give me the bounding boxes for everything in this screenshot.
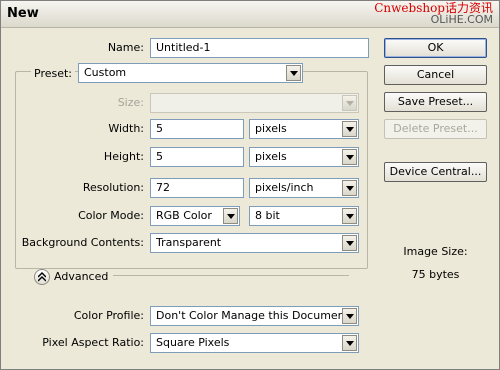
color-profile-select[interactable]: Don't Color Manage this Document — [150, 306, 359, 326]
pixel-aspect-ratio-value: Square Pixels — [156, 336, 230, 349]
width-unit-select[interactable]: pixels — [249, 119, 359, 139]
dialog-title: New — [7, 6, 39, 21]
advanced-label[interactable]: Advanced — [54, 270, 108, 283]
chevron-down-icon — [223, 208, 238, 224]
watermark-line-2: OLiHE.COM — [430, 13, 493, 26]
bit-depth-value: 8 bit — [255, 209, 280, 222]
size-select — [150, 93, 359, 113]
name-label: Name: — [107, 41, 144, 54]
chevron-up-double-icon[interactable] — [34, 269, 50, 285]
chevron-down-icon — [342, 308, 357, 324]
ok-button[interactable]: OK — [384, 38, 487, 58]
height-unit-select[interactable]: pixels — [249, 147, 359, 167]
title-bar: New Cnwebshop话力资讯 OLiHE.COM — [1, 1, 499, 28]
pixel-aspect-ratio-select[interactable]: Square Pixels — [150, 333, 359, 353]
height-field[interactable]: 5 — [150, 147, 244, 167]
chevron-down-icon — [342, 149, 357, 165]
chevron-down-icon — [342, 95, 357, 111]
width-field[interactable]: 5 — [150, 119, 244, 139]
height-unit-value: pixels — [255, 150, 287, 163]
width-label: Width: — [108, 122, 144, 135]
new-document-dialog: New Cnwebshop话力资讯 OLiHE.COM Name: Untitl… — [0, 0, 500, 370]
advanced-divider — [113, 275, 349, 276]
bit-depth-select[interactable]: 8 bit — [249, 206, 359, 226]
color-mode-value: RGB Color — [156, 209, 212, 222]
chevron-down-icon — [342, 121, 357, 137]
resolution-unit-select[interactable]: pixels/inch — [249, 178, 359, 198]
chevron-down-icon — [342, 335, 357, 351]
size-label: Size: — [117, 96, 144, 109]
chevron-down-icon — [342, 235, 357, 251]
preset-label: Preset: — [31, 67, 76, 80]
image-size-label: Image Size: — [403, 245, 468, 258]
watermark: Cnwebshop话力资讯 OLiHE.COM — [374, 2, 493, 26]
color-mode-select[interactable]: RGB Color — [150, 206, 240, 226]
width-unit-value: pixels — [255, 122, 287, 135]
preset-select[interactable]: Custom — [78, 63, 303, 83]
name-field[interactable]: Untitled-1 — [150, 38, 369, 58]
resolution-field[interactable]: 72 — [150, 178, 244, 198]
chevron-down-icon — [342, 180, 357, 196]
color-mode-label: Color Mode: — [78, 209, 144, 222]
image-size-value: 75 bytes — [411, 268, 460, 281]
background-contents-value: Transparent — [156, 236, 222, 249]
save-preset-button[interactable]: Save Preset... — [384, 92, 487, 112]
delete-preset-button: Delete Preset... — [384, 119, 487, 139]
color-profile-value: Don't Color Manage this Document — [156, 309, 349, 322]
color-profile-label: Color Profile: — [73, 309, 144, 322]
resolution-unit-value: pixels/inch — [255, 181, 314, 194]
resolution-label: Resolution: — [82, 181, 144, 194]
chevron-down-icon — [342, 208, 357, 224]
height-label: Height: — [103, 150, 144, 163]
device-central-button[interactable]: Device Central... — [384, 162, 487, 182]
pixel-aspect-ratio-label: Pixel Aspect Ratio: — [42, 336, 144, 349]
cancel-button[interactable]: Cancel — [384, 65, 487, 85]
background-contents-label: Background Contents: — [21, 236, 144, 249]
chevron-down-icon — [286, 65, 301, 81]
background-contents-select[interactable]: Transparent — [150, 233, 359, 253]
preset-value: Custom — [84, 66, 127, 79]
